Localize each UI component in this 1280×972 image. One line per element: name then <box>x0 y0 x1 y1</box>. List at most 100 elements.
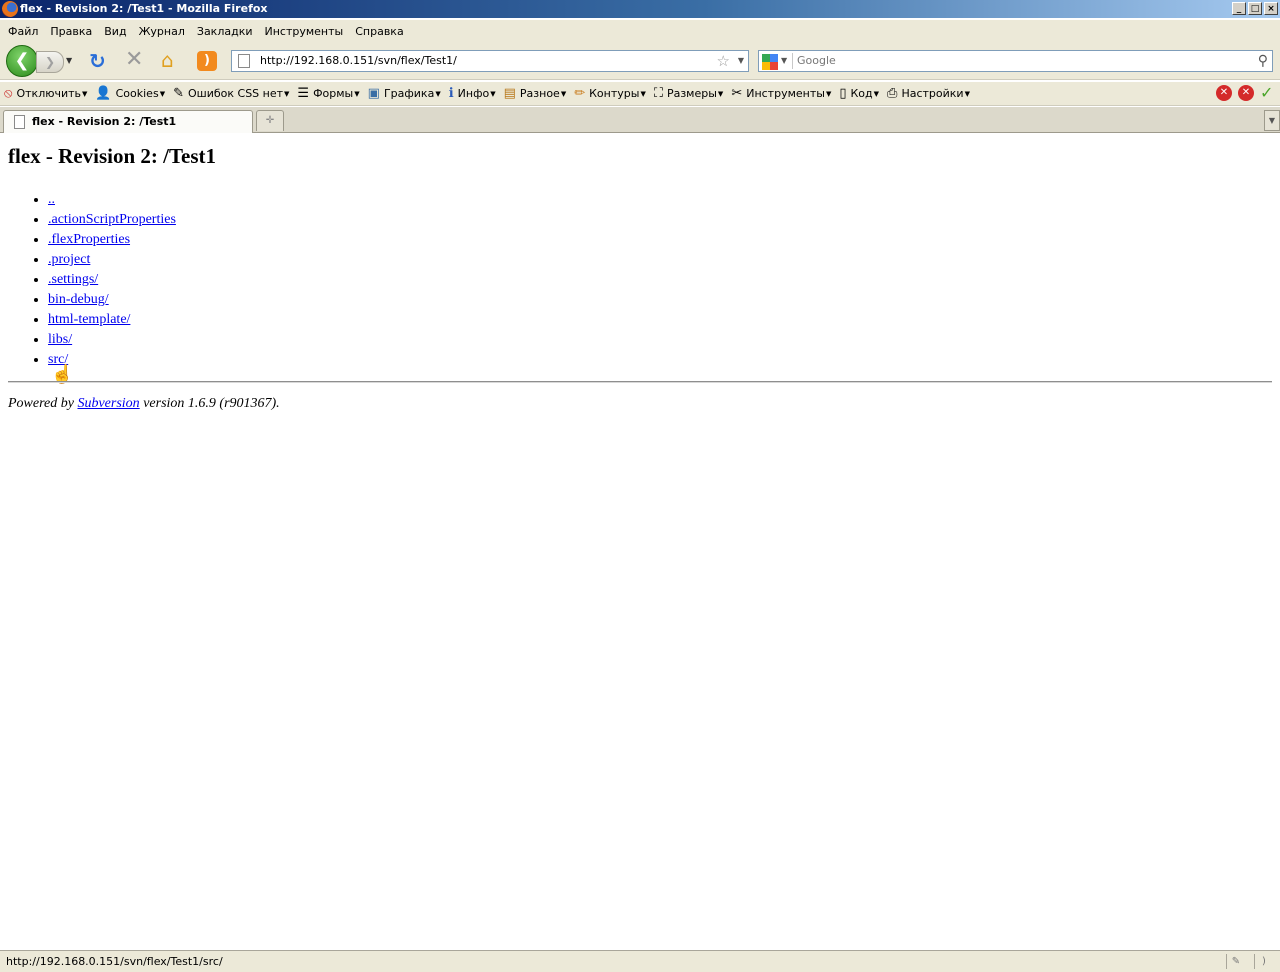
info-icon: ℹ <box>448 85 454 101</box>
search-icon[interactable]: ⚲ <box>1258 51 1268 71</box>
dev-resize-label: Размеры <box>666 87 717 100</box>
tab-current[interactable]: flex - Revision 2: /Test1 <box>3 110 253 133</box>
close-button[interactable]: × <box>1264 2 1278 15</box>
menu-tools[interactable]: Инструменты <box>259 25 350 38</box>
list-item: .project <box>48 250 176 270</box>
tab-strip: flex - Revision 2: /Test1 ✛ ▼ <box>0 107 1280 133</box>
search-input[interactable]: Google <box>797 51 836 71</box>
dev-cookies-label: Cookies <box>115 87 159 100</box>
list-item: bin-debug/ <box>48 290 176 310</box>
css-error-icon[interactable]: ✕ <box>1216 85 1232 101</box>
dir-link-html-template[interactable]: html-template/ <box>48 312 130 327</box>
dev-options-button[interactable]: ⎙ Настройки ▼ <box>883 86 974 101</box>
forms-icon: ☰ <box>297 85 310 101</box>
dev-css-label: Ошибок CSS нет <box>187 87 284 100</box>
status-text: http://192.168.0.151/svn/flex/Test1/src/ <box>6 955 223 968</box>
dev-forms-label: Формы <box>313 87 354 100</box>
dev-source-button[interactable]: ▯ Код ▼ <box>835 86 883 101</box>
engine-dropdown-icon[interactable]: ▼ <box>781 51 787 71</box>
feed-status-icon[interactable]: ) <box>1254 954 1273 969</box>
disable-icon: ⦸ <box>4 85 13 101</box>
valid-check-icon[interactable]: ✓ <box>1260 85 1276 101</box>
tab-label: flex - Revision 2: /Test1 <box>32 115 177 128</box>
tab-list-icon: ▼ <box>1268 116 1276 125</box>
dev-outline-button[interactable]: ✏ Контуры ▼ <box>570 86 650 101</box>
dir-link-parent[interactable]: .. <box>48 192 55 207</box>
back-arrow-icon: ❮ <box>14 50 30 71</box>
page-title: flex - Revision 2: /Test1 <box>8 144 217 168</box>
menu-edit[interactable]: Правка <box>44 25 98 38</box>
dir-link-flexproperties[interactable]: .flexProperties <box>48 232 130 247</box>
dev-misc-label: Разное <box>519 87 560 100</box>
dir-link-bin-debug[interactable]: bin-debug/ <box>48 292 109 307</box>
menu-file[interactable]: Файл <box>2 25 44 38</box>
dev-forms-button[interactable]: ☰ Формы ▼ <box>293 85 363 101</box>
web-developer-toolbar: ⦸ Отключить ▼ 👤 Cookies ▼ ✎ Ошибок CSS нет… <box>0 82 1280 106</box>
rss-icon[interactable]: ) <box>197 51 217 71</box>
minimize-button[interactable]: _ <box>1232 2 1246 15</box>
list-item: .settings/ <box>48 270 176 290</box>
back-button[interactable]: ❮ <box>6 45 38 77</box>
forward-button[interactable]: ❯ <box>36 51 64 73</box>
dev-cookies-button[interactable]: 👤 Cookies ▼ <box>91 85 169 101</box>
dir-link-settings[interactable]: .settings/ <box>48 272 98 287</box>
dev-disable-label: Отключить <box>16 87 82 100</box>
dir-link-project[interactable]: .project <box>48 252 90 267</box>
footer: Powered by Subversion version 1.6.9 (r90… <box>8 396 280 412</box>
addon-status-icon[interactable]: ✎ <box>1226 954 1245 969</box>
resize-icon: ⛶ <box>653 85 663 101</box>
history-dropdown-icon[interactable]: ▼ <box>66 56 72 65</box>
subversion-link[interactable]: Subversion <box>77 396 139 411</box>
dev-options-label: Настройки <box>901 87 964 100</box>
stop-icon[interactable]: ✕ <box>125 48 143 72</box>
reload-icon[interactable]: ↻ <box>89 50 106 72</box>
misc-icon: ▤ <box>503 85 516 101</box>
tab-page-icon <box>14 115 25 129</box>
tab-list-button[interactable]: ▼ <box>1264 110 1280 131</box>
dev-tools-button[interactable]: ✂ Инструменты ▼ <box>727 86 835 101</box>
firefox-logo-icon <box>2 1 18 17</box>
page-content: flex - Revision 2: /Test1 .. .actionScri… <box>0 134 1280 949</box>
url-dropdown-icon[interactable]: ▼ <box>738 51 744 71</box>
dev-status-icons: ✕ ✕ ✓ <box>1216 85 1276 101</box>
dev-info-button[interactable]: ℹ Инфо ▼ <box>445 85 500 101</box>
url-bar[interactable]: http://192.168.0.151/svn/flex/Test1/ ☆ ▼ <box>231 50 749 72</box>
search-bar[interactable]: ▼ Google ⚲ <box>758 50 1273 72</box>
forward-arrow-icon: ❯ <box>44 55 56 69</box>
status-bar: http://192.168.0.151/svn/flex/Test1/src/… <box>0 950 1280 972</box>
window-controls: _ □ × <box>1232 2 1278 15</box>
menu-view[interactable]: Вид <box>98 25 132 38</box>
url-text[interactable]: http://192.168.0.151/svn/flex/Test1/ <box>260 51 457 71</box>
footer-suffix: version 1.6.9 (r901367). <box>143 396 280 411</box>
window-title: flex - Revision 2: /Test1 - Mozilla Fire… <box>20 2 268 15</box>
window-titlebar: flex - Revision 2: /Test1 - Mozilla Fire… <box>0 0 1280 18</box>
dev-disable-button[interactable]: ⦸ Отключить ▼ <box>0 85 91 101</box>
dev-resize-button[interactable]: ⛶ Размеры ▼ <box>650 85 727 101</box>
css-icon: ✎ <box>173 85 184 101</box>
menu-history[interactable]: Журнал <box>133 25 191 38</box>
list-item: libs/ <box>48 330 176 350</box>
list-item: html-template/ <box>48 310 176 330</box>
dev-misc-button[interactable]: ▤ Разное ▼ <box>500 85 571 101</box>
divider <box>8 381 1272 383</box>
dev-outline-label: Контуры <box>589 87 640 100</box>
js-error-icon[interactable]: ✕ <box>1238 85 1254 101</box>
menu-help[interactable]: Справка <box>349 25 409 38</box>
dev-images-button[interactable]: ▣ Графика ▼ <box>364 85 445 101</box>
directory-list: .. .actionScriptProperties .flexProperti… <box>8 190 176 370</box>
maximize-button[interactable]: □ <box>1248 2 1262 15</box>
google-engine-icon[interactable] <box>762 54 778 70</box>
page-icon <box>238 54 250 68</box>
cookies-icon: 👤 <box>95 85 112 101</box>
dir-link-libs[interactable]: libs/ <box>48 332 72 347</box>
search-separator <box>792 53 793 69</box>
dev-css-button[interactable]: ✎ Ошибок CSS нет ▼ <box>169 85 293 101</box>
dir-link-actionscriptproperties[interactable]: .actionScriptProperties <box>48 212 176 227</box>
menu-bar: Файл Правка Вид Журнал Закладки Инструме… <box>0 20 1280 42</box>
bookmark-star-icon[interactable]: ☆ <box>717 51 730 71</box>
list-item: .actionScriptProperties <box>48 210 176 230</box>
menu-bookmarks[interactable]: Закладки <box>191 25 259 38</box>
new-tab-button[interactable]: ✛ <box>256 110 284 131</box>
home-icon[interactable]: ⌂ <box>161 48 174 72</box>
images-icon: ▣ <box>367 85 380 101</box>
